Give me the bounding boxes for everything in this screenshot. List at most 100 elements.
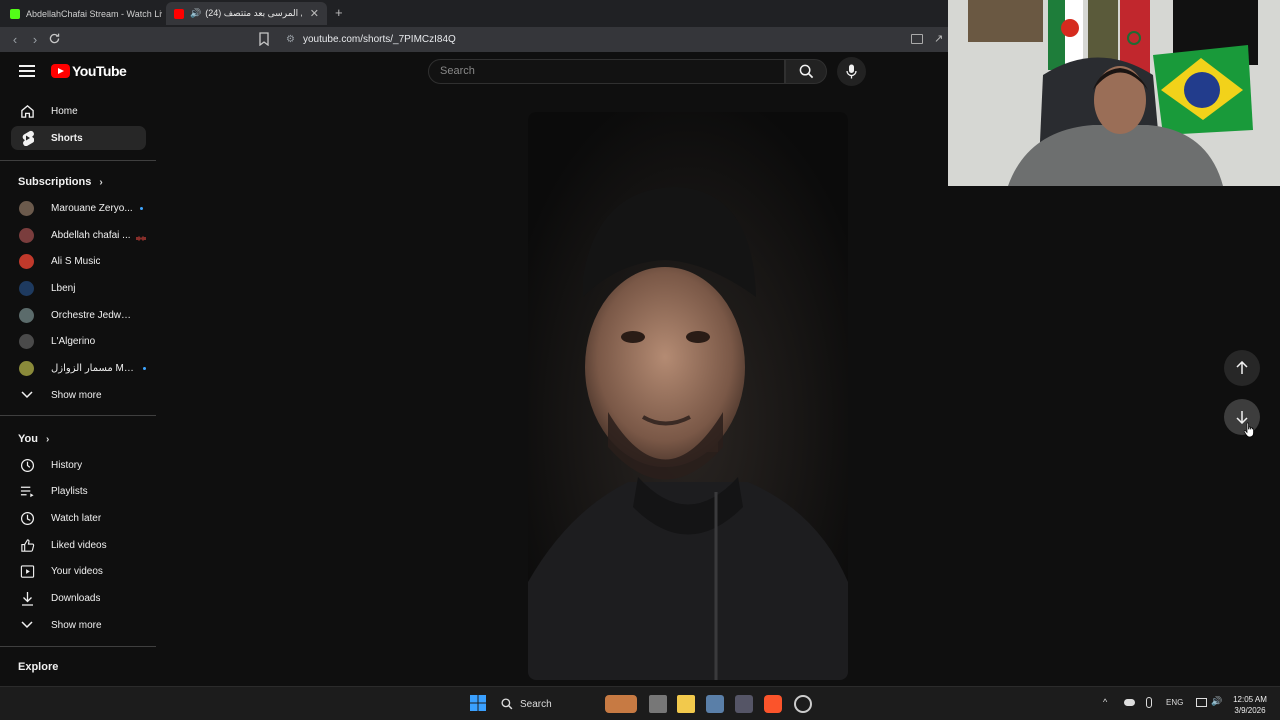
- browser-tab-active[interactable]: 🔊 (24) أحوال المرسى بعد متتصف ✕: [166, 2, 327, 25]
- bookmark-icon[interactable]: [258, 32, 272, 47]
- sidebar-item-liked-videos[interactable]: Liked videos: [11, 533, 146, 557]
- network-icon[interactable]: [1196, 698, 1207, 707]
- home-icon: [19, 103, 35, 119]
- taskbar-search[interactable]: Search: [495, 694, 600, 714]
- kick-favicon-icon: [10, 8, 20, 19]
- onedrive-cloud-icon[interactable]: [1124, 699, 1135, 706]
- new-content-dot: [143, 366, 146, 370]
- chevron-down-icon: [19, 387, 35, 403]
- chevron-right-icon: ›: [99, 176, 103, 188]
- obs-app-icon[interactable]: [735, 695, 753, 713]
- sidebar-item-subscription[interactable]: Lbenj: [11, 276, 146, 300]
- browser-tab[interactable]: AbdellahChafai Stream - Watch Live: [2, 2, 162, 25]
- avatar: [19, 253, 34, 269]
- sidebar-item-subscription[interactable]: Abdellah chafai ...: [11, 223, 146, 247]
- subscriptions-heading[interactable]: Subscriptions ›: [18, 176, 103, 188]
- app-icon[interactable]: [794, 695, 812, 713]
- shorts-icon: [19, 130, 35, 146]
- sidebar-item-subscription[interactable]: Orchestre Jedwane...: [11, 303, 146, 327]
- task-view-icon[interactable]: [649, 695, 667, 713]
- clock[interactable]: 12:05 AM 3/9/2026: [1225, 694, 1275, 716]
- search-icon: [501, 698, 513, 710]
- chevron-right-icon: ›: [45, 433, 50, 445]
- sidebar-item-watch-later[interactable]: Watch later: [11, 506, 146, 530]
- brave-browser-icon[interactable]: [764, 695, 782, 713]
- search-highlight-icon[interactable]: [605, 695, 637, 713]
- back-icon[interactable]: ‹: [7, 32, 23, 48]
- sidebar-item-playlists[interactable]: Playlists: [11, 479, 146, 503]
- thumbs-up-icon: [19, 537, 35, 553]
- voice-search-button[interactable]: [837, 57, 866, 86]
- playlists-icon: [19, 483, 35, 499]
- divider: [0, 415, 156, 416]
- search-input[interactable]: Search: [428, 59, 785, 84]
- arrow-up-icon: [1236, 361, 1248, 374]
- clock-date: 3/9/2026: [1234, 706, 1266, 715]
- your-videos-icon: [19, 563, 35, 579]
- speaker-icon[interactable]: 🔊: [190, 8, 201, 19]
- sidebar-item-subscription[interactable]: مسمار الزوازل Mes...: [11, 356, 146, 380]
- chevron-down-icon: [19, 617, 35, 633]
- site-info-icon[interactable]: ⚙: [286, 34, 295, 45]
- sidebar-item-subscription[interactable]: Ali S Music: [11, 249, 146, 273]
- video-frame: [528, 112, 848, 680]
- clock-time: 12:05 AM: [1233, 695, 1267, 704]
- sidebar-item-shorts[interactable]: Shorts: [11, 126, 146, 150]
- divider: [0, 646, 156, 647]
- sidebar-item-subscription[interactable]: Marouane Zeryo...: [11, 196, 146, 220]
- os-taskbar: Search ^ ENG 🔊 12:05 AM 3/9/2026: [0, 686, 1280, 720]
- tab-title: (24) أحوال المرسى بعد متتصف: [205, 8, 302, 18]
- sidebar-item-downloads[interactable]: Downloads: [11, 586, 146, 610]
- previous-short-button[interactable]: [1224, 350, 1260, 386]
- sidebar-item-history[interactable]: History: [11, 453, 146, 477]
- youtube-logo[interactable]: YouTube: [51, 63, 127, 79]
- youtube-favicon-icon: [174, 8, 184, 19]
- forward-icon[interactable]: ›: [27, 32, 43, 48]
- avatar: [19, 360, 34, 376]
- reload-icon[interactable]: [46, 32, 62, 48]
- volume-icon[interactable]: 🔊: [1211, 696, 1222, 707]
- you-heading[interactable]: You ›: [18, 433, 49, 445]
- new-tab-button[interactable]: +: [335, 5, 343, 20]
- close-tab-icon[interactable]: ✕: [310, 7, 319, 20]
- cast-icon[interactable]: [911, 34, 923, 44]
- file-explorer-icon[interactable]: [677, 695, 695, 713]
- avatar: [19, 227, 34, 243]
- watch-later-icon: [19, 510, 35, 526]
- download-icon: [19, 590, 35, 606]
- avatar: [19, 200, 34, 216]
- sidebar-item-home[interactable]: Home: [11, 99, 146, 123]
- sidebar-item-your-videos[interactable]: Your videos: [11, 559, 146, 583]
- webcam-overlay: [948, 0, 1280, 186]
- shorts-video-player[interactable]: [528, 112, 848, 680]
- microphone-icon[interactable]: [1146, 697, 1152, 708]
- history-icon: [19, 457, 35, 473]
- logo-text: YouTube: [72, 63, 127, 79]
- avatar: [19, 307, 34, 323]
- search-icon: [799, 64, 814, 79]
- tab-title: AbdellahChafai Stream - Watch Live: [26, 8, 162, 19]
- camera-app-icon[interactable]: [706, 695, 724, 713]
- url-text: youtube.com/shorts/_7PIMCzI84Q: [302, 34, 456, 45]
- microphone-icon: [846, 64, 857, 79]
- search-button[interactable]: [785, 59, 827, 84]
- you-show-more[interactable]: Show more: [11, 613, 146, 637]
- divider: [0, 160, 156, 161]
- chevron-up-icon[interactable]: ^: [1103, 697, 1107, 707]
- sidebar-item-subscription[interactable]: L'Algerino: [11, 329, 146, 353]
- live-indicator-icon: [136, 233, 146, 241]
- youtube-play-icon: [51, 64, 70, 78]
- share-icon[interactable]: ↗: [934, 32, 943, 45]
- windows-start-icon[interactable]: [470, 695, 488, 713]
- avatar: [19, 333, 34, 349]
- avatar: [19, 280, 34, 296]
- new-content-dot: [139, 206, 143, 210]
- explore-heading: Explore: [18, 661, 59, 673]
- subscriptions-show-more[interactable]: Show more: [11, 383, 146, 407]
- menu-icon[interactable]: [19, 65, 35, 79]
- language-indicator[interactable]: ENG: [1166, 698, 1183, 707]
- sidebar: Home Shorts Subscriptions › Marouane Zer…: [0, 96, 157, 686]
- mouse-cursor-hand-icon: [1243, 422, 1255, 438]
- webcam-feed: [948, 0, 1280, 186]
- address-bar[interactable]: ⚙ youtube.com/shorts/_7PIMCzI84Q: [280, 30, 940, 49]
